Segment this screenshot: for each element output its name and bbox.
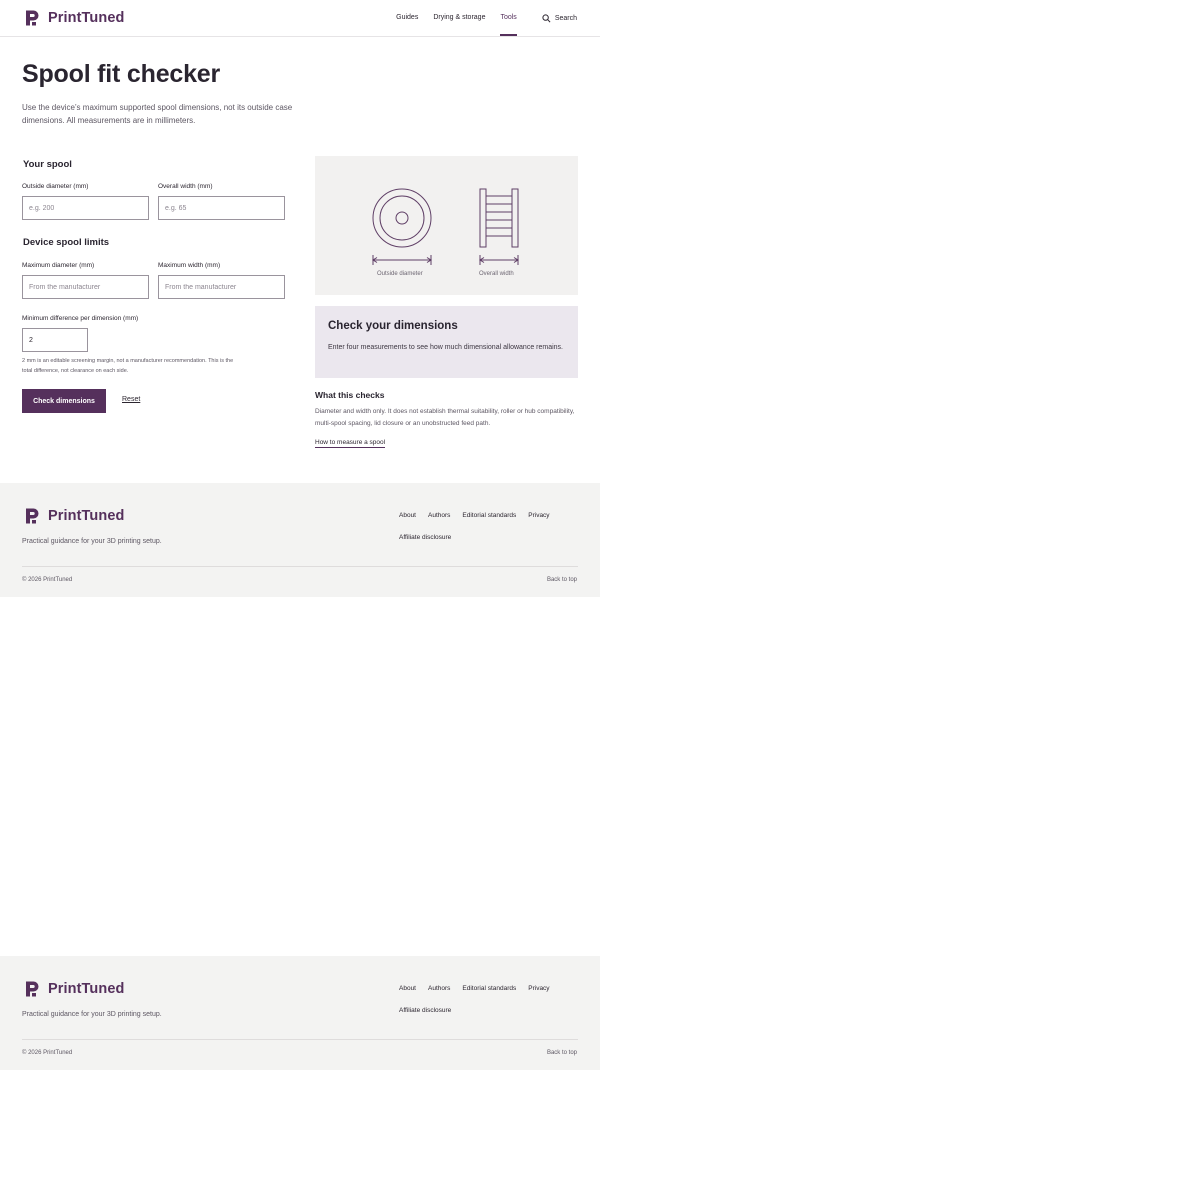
footer-logo[interactable]: PrintTuned: [24, 507, 124, 525]
overall-width-caption: Overall width: [479, 271, 514, 277]
footer-links: About Authors Editorial standards Privac…: [399, 512, 579, 542]
result-card: Check your dimensions Enter four measure…: [315, 306, 578, 378]
check-dimensions-button[interactable]: Check dimensions: [22, 389, 106, 413]
site-header: PrintTuned Guides Drying & storage Tools…: [0, 0, 600, 37]
page: PrintTuned Guides Drying & storage Tools…: [0, 0, 600, 1195]
result-text: Enter four measurements to see how much …: [328, 344, 564, 351]
logo-text: PrintTuned: [48, 10, 125, 26]
logo-icon: [26, 10, 39, 26]
overall-width-label: Overall width (mm): [158, 183, 213, 190]
footer-divider: [22, 1039, 578, 1040]
device-limits-heading: Device spool limits: [23, 237, 110, 248]
footer-link-about[interactable]: About: [399, 512, 416, 520]
nav-drying-storage[interactable]: Drying & storage: [433, 0, 485, 36]
min-difference-label: Minimum difference per dimension (mm): [22, 315, 139, 322]
outside-diameter-label: Outside diameter (mm): [22, 183, 89, 190]
nav-guides[interactable]: Guides: [396, 0, 418, 36]
footer-link-authors[interactable]: Authors: [428, 985, 450, 993]
spool-front-view: [372, 188, 432, 265]
max-width-input[interactable]: [158, 275, 285, 299]
max-width-label: Maximum width (mm): [158, 262, 221, 269]
how-to-measure-link[interactable]: How to measure a spool: [315, 439, 386, 448]
main-nav: Guides Drying & storage Tools Search: [396, 0, 577, 36]
back-to-top-link[interactable]: Back to top: [547, 577, 577, 583]
footer-link-affiliate-disclosure[interactable]: Affiliate disclosure: [399, 534, 451, 542]
intro-text: Use the device’s maximum supported spool…: [22, 103, 293, 125]
footer-link-privacy[interactable]: Privacy: [528, 512, 549, 520]
nav-tools-label: Tools: [500, 14, 517, 21]
search-label: Search: [554, 14, 577, 22]
footer-copyright: © 2026 PrintTuned: [22, 577, 73, 583]
overall-width-input[interactable]: [158, 196, 285, 220]
site-footer-duplicate: PrintTuned Practical guidance for your 3…: [0, 956, 600, 1070]
what-this-checks-heading: What this checks: [315, 390, 385, 400]
footer-tagline: Practical guidance for your 3D printing …: [22, 538, 162, 545]
nav-active-indicator: [500, 34, 517, 36]
footer-link-affiliate-disclosure[interactable]: Affiliate disclosure: [399, 1007, 451, 1015]
footer-logo-text: PrintTuned: [48, 981, 125, 997]
outside-diameter-caption: Outside diameter: [377, 271, 423, 277]
spool-diagram-drawing: [372, 188, 519, 265]
max-diameter-label: Maximum diameter (mm): [22, 262, 95, 269]
footer-logo-icon: [26, 508, 39, 524]
footer-logo[interactable]: PrintTuned: [24, 980, 124, 998]
footer-logo-icon: [26, 981, 39, 997]
footer-link-authors[interactable]: Authors: [428, 512, 450, 520]
outside-diameter-input[interactable]: [22, 196, 149, 220]
footer-divider: [22, 566, 578, 567]
your-spool-heading: Your spool: [23, 159, 72, 170]
min-difference-input[interactable]: [22, 328, 88, 352]
footer-copyright: © 2026 PrintTuned: [22, 1050, 73, 1056]
nav-tools[interactable]: Tools: [500, 0, 517, 36]
spool-diagram: Outside diameter Overall width: [315, 156, 578, 295]
footer-link-editorial-standards[interactable]: Editorial standards: [462, 512, 516, 520]
what-this-checks-text: Diameter and width only. It does not est…: [315, 408, 575, 427]
logo[interactable]: PrintTuned: [24, 8, 124, 28]
footer-links: About Authors Editorial standards Privac…: [399, 985, 579, 1015]
footer-tagline: Practical guidance for your 3D printing …: [22, 1011, 162, 1018]
page-title: Spool fit checker: [22, 60, 221, 88]
min-difference-hint: 2 mm is an editable screening margin, no…: [22, 358, 234, 374]
search-icon: [542, 13, 551, 22]
spool-side-view: [479, 188, 519, 265]
footer-link-editorial-standards[interactable]: Editorial standards: [462, 985, 516, 993]
result-title: Check your dimensions: [328, 320, 458, 332]
footer-link-privacy[interactable]: Privacy: [528, 985, 549, 993]
search-button[interactable]: Search: [542, 13, 577, 23]
max-diameter-input[interactable]: [22, 275, 149, 299]
site-footer: PrintTuned Practical guidance for your 3…: [0, 483, 600, 597]
footer-logo-text: PrintTuned: [48, 508, 125, 524]
back-to-top-link[interactable]: Back to top: [547, 1050, 577, 1056]
footer-link-about[interactable]: About: [399, 985, 416, 993]
reset-button[interactable]: Reset: [122, 396, 140, 403]
